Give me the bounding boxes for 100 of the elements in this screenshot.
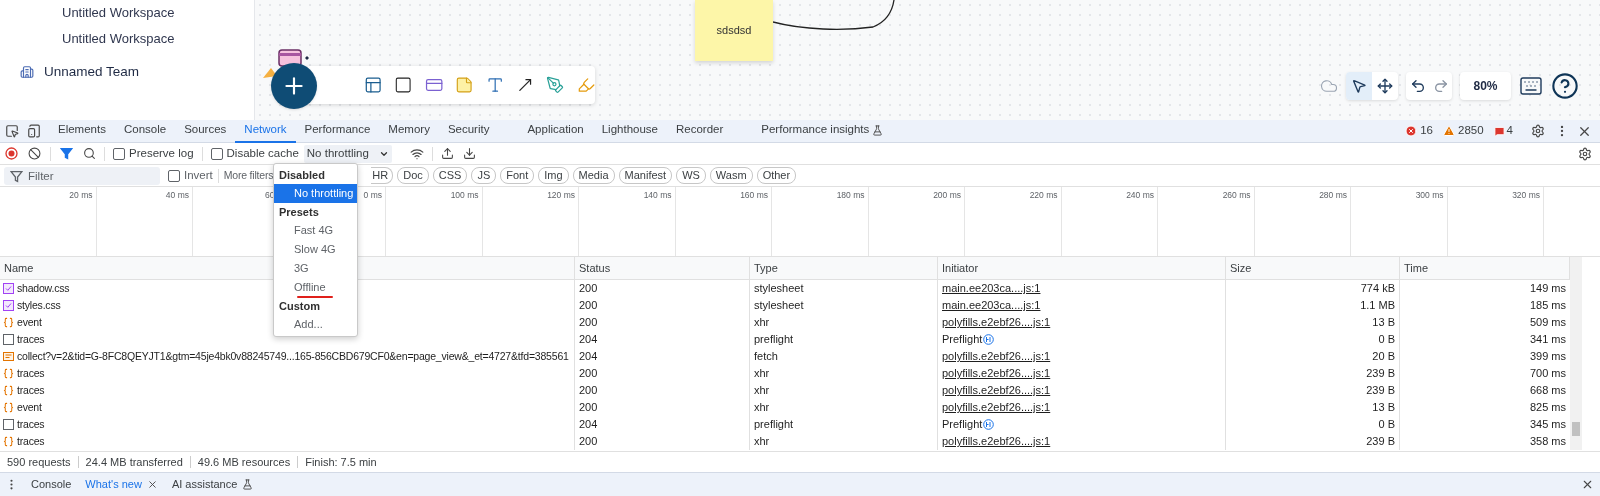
request-name[interactable]: collect?v=2&tid=G-8FC8QEYJT1&gtm=45je4bk0v88245749...165-856CBD679CF0&en=page_view&_et=4727&tfd=385561 [17, 348, 569, 365]
initiator-link[interactable]: main.ee203ca....js:1 [942, 297, 1041, 314]
scrollbar[interactable] [1570, 257, 1582, 450]
type-filter-chip[interactable]: Media [572, 167, 615, 184]
request-name[interactable]: traces [17, 416, 45, 433]
search-icon[interactable] [83, 147, 96, 160]
request-name[interactable]: traces [17, 382, 45, 399]
request-name[interactable]: styles.css [17, 297, 61, 314]
type-filter-chip[interactable]: Other [756, 167, 797, 184]
type-filter-chip[interactable]: Doc [397, 167, 429, 184]
template-icon[interactable] [364, 74, 383, 96]
initiator-link[interactable]: polyfills.e2ebf26....js:1 [942, 399, 1051, 416]
menu-item[interactable]: 3G [274, 259, 357, 278]
panel-tab[interactable]: Performance insights [752, 119, 893, 143]
preflight-icon[interactable] [983, 334, 995, 345]
device-toolbar-icon[interactable] [27, 124, 41, 138]
settings-icon[interactable] [1531, 124, 1545, 138]
inspect-icon[interactable] [5, 124, 19, 138]
clear-icon[interactable] [28, 147, 41, 160]
filter-toggle-icon[interactable] [60, 147, 73, 160]
panel-tab[interactable]: Network [235, 119, 296, 143]
menu-item[interactable]: Fast 4G [274, 221, 357, 240]
zoom-button[interactable]: 80% [1460, 72, 1511, 100]
issue-count[interactable]: 4 [1506, 122, 1513, 140]
request-name[interactable]: traces [17, 433, 45, 450]
preflight-icon[interactable] [983, 419, 995, 430]
type-filter-chip[interactable]: Font [500, 167, 535, 184]
invert-checkbox[interactable] [168, 169, 180, 182]
sidebar-item[interactable]: Unnamed Team [44, 61, 140, 83]
close-icon[interactable] [146, 479, 158, 490]
type-filter-chip[interactable]: WS [676, 167, 706, 184]
initiator-link[interactable]: polyfills.e2ebf26....js:1 [942, 382, 1051, 399]
panel-tab[interactable]: Application [518, 119, 593, 143]
column-header[interactable]: Type [754, 259, 778, 277]
close-icon[interactable] [1581, 478, 1594, 491]
type-filter-chip[interactable]: Img [538, 167, 569, 184]
drawer-tab[interactable]: What's new [78, 472, 165, 496]
panel-tab[interactable]: Memory [379, 119, 439, 143]
panel-tab[interactable]: Elements [49, 119, 115, 143]
menu-item[interactable]: Offline [274, 278, 357, 297]
record-icon[interactable] [5, 147, 18, 160]
panel-tab[interactable]: Sources [175, 119, 236, 143]
menu-item[interactable]: No throttling [274, 184, 357, 203]
redo-icon [1432, 78, 1449, 94]
column-header[interactable]: Name [4, 259, 34, 277]
type-filter-chip[interactable]: CSS [432, 167, 468, 184]
more-filters-button[interactable]: More filters [223, 167, 274, 184]
initiator-link[interactable]: polyfills.e2ebf26....js:1 [942, 433, 1051, 450]
table-cell-text: Preflight [942, 332, 983, 348]
status-text: 49.6 MB resources [197, 454, 291, 470]
preserve-log-checkbox[interactable] [113, 147, 125, 160]
type-filter-chip[interactable]: HR [371, 167, 394, 184]
filter-icon[interactable] [10, 169, 23, 183]
disable-cache-checkbox[interactable] [210, 147, 223, 160]
import-icon[interactable] [440, 147, 454, 160]
error-count[interactable]: 16 [1420, 122, 1433, 140]
column-header[interactable]: Status [579, 259, 611, 277]
keyboard-icon[interactable] [1519, 74, 1543, 98]
panel-tab[interactable]: Console [114, 119, 176, 143]
request-name[interactable]: event [17, 314, 42, 331]
menu-heading: Custom [279, 298, 320, 314]
timeline-tick-label: 320 ms [1512, 189, 1541, 202]
request-name[interactable]: traces [17, 331, 45, 348]
help-icon[interactable] [1551, 72, 1579, 100]
type-filter-chip[interactable]: JS [471, 167, 497, 184]
request-name[interactable]: traces [17, 365, 45, 382]
request-name[interactable]: shadow.css [17, 280, 70, 297]
type-filter-chip[interactable]: Manifest [618, 167, 673, 184]
table-cell-text: xhr [754, 366, 770, 382]
select-tool-button[interactable] [1346, 72, 1372, 100]
sticky-note[interactable]: sdsdsd [695, 0, 773, 61]
add-button[interactable] [271, 63, 317, 109]
rectangle-icon[interactable] [394, 74, 413, 96]
column-header[interactable]: Initiator [942, 259, 979, 277]
initiator-link[interactable]: main.ee203ca....js:1 [942, 280, 1041, 297]
filter-field[interactable]: Filter [4, 166, 160, 185]
initiator-link[interactable]: polyfills.e2ebf26....js:1 [942, 365, 1051, 382]
panel-tab[interactable]: Lighthouse [592, 119, 667, 143]
network-conditions-icon[interactable] [409, 146, 424, 161]
throttling-select[interactable]: No throttling [303, 144, 392, 163]
warning-count[interactable]: 2850 [1458, 122, 1484, 140]
panel-tab[interactable]: Security [438, 119, 499, 143]
column-header[interactable]: Time [1404, 259, 1429, 277]
sidebar-item[interactable]: Untitled Workspace [62, 3, 175, 23]
panel-tab[interactable]: Recorder [667, 119, 733, 143]
initiator-link[interactable]: polyfills.e2ebf26....js:1 [942, 314, 1051, 331]
menu-item[interactable]: Add... [274, 315, 357, 334]
table-cell-text: 185 ms [1529, 298, 1566, 314]
column-header[interactable]: Size [1230, 259, 1252, 277]
settings-icon[interactable] [1578, 146, 1592, 161]
request-name[interactable]: event [17, 399, 42, 416]
initiator-link[interactable]: polyfills.e2ebf26....js:1 [942, 348, 1051, 365]
drawer-tab[interactable]: AI assistance [164, 472, 261, 496]
sidebar-item[interactable]: Untitled Workspace [62, 29, 175, 49]
drawer-tab[interactable]: Console [24, 472, 79, 496]
type-filter-chip[interactable]: Wasm [709, 167, 753, 184]
menu-item[interactable]: Slow 4G [274, 240, 357, 259]
pen-icon[interactable] [546, 74, 565, 96]
panel-tab[interactable]: Performance [295, 119, 380, 143]
export-icon[interactable] [462, 147, 476, 160]
